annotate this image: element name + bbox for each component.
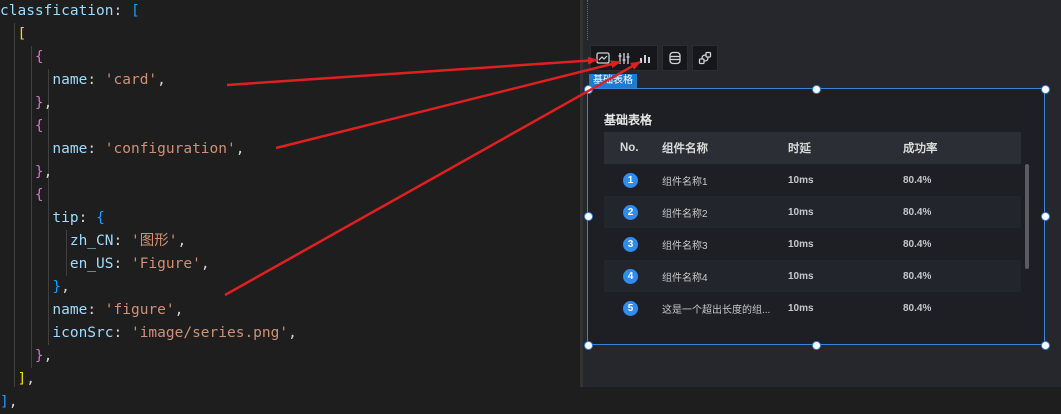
code-line: ], [0, 391, 17, 414]
arrow-configuration [275, 60, 621, 150]
arrow-figure [224, 60, 641, 297]
code-token: , [8, 394, 18, 410]
annotation-arrows [224, 56, 641, 297]
code-token: ] [0, 394, 9, 410]
